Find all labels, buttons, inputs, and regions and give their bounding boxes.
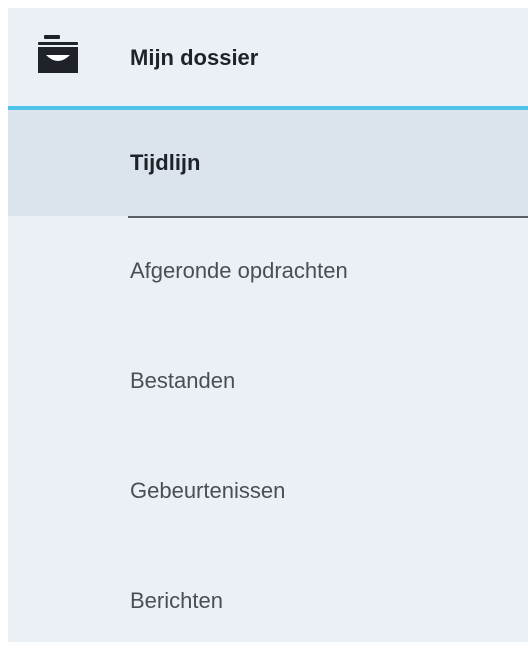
nav-item-label: Berichten bbox=[130, 588, 223, 613]
nav-item-gebeurtenissen[interactable]: Gebeurtenissen bbox=[8, 436, 528, 546]
dossier-nav: Tijdlijn Afgeronde opdrachten Bestanden … bbox=[8, 110, 528, 656]
sidebar-header[interactable]: Mijn dossier bbox=[8, 8, 528, 106]
nav-item-berichten[interactable]: Berichten bbox=[8, 546, 528, 656]
page-title: Mijn dossier bbox=[130, 45, 259, 70]
nav-item-label: Tijdlijn bbox=[130, 150, 201, 175]
nav-item-label: Bestanden bbox=[130, 368, 236, 393]
nav-item-label: Afgeronde opdrachten bbox=[130, 258, 348, 283]
nav-item-afgeronde-opdrachten[interactable]: Afgeronde opdrachten bbox=[8, 216, 528, 326]
nav-item-tijdlijn[interactable]: Tijdlijn bbox=[8, 110, 528, 218]
dossier-sidebar: Mijn dossier Tijdlijn Afgeronde opdracht… bbox=[8, 8, 528, 642]
nav-item-label: Gebeurtenissen bbox=[130, 478, 286, 503]
folder-icon bbox=[36, 35, 80, 75]
nav-item-bestanden[interactable]: Bestanden bbox=[8, 326, 528, 436]
